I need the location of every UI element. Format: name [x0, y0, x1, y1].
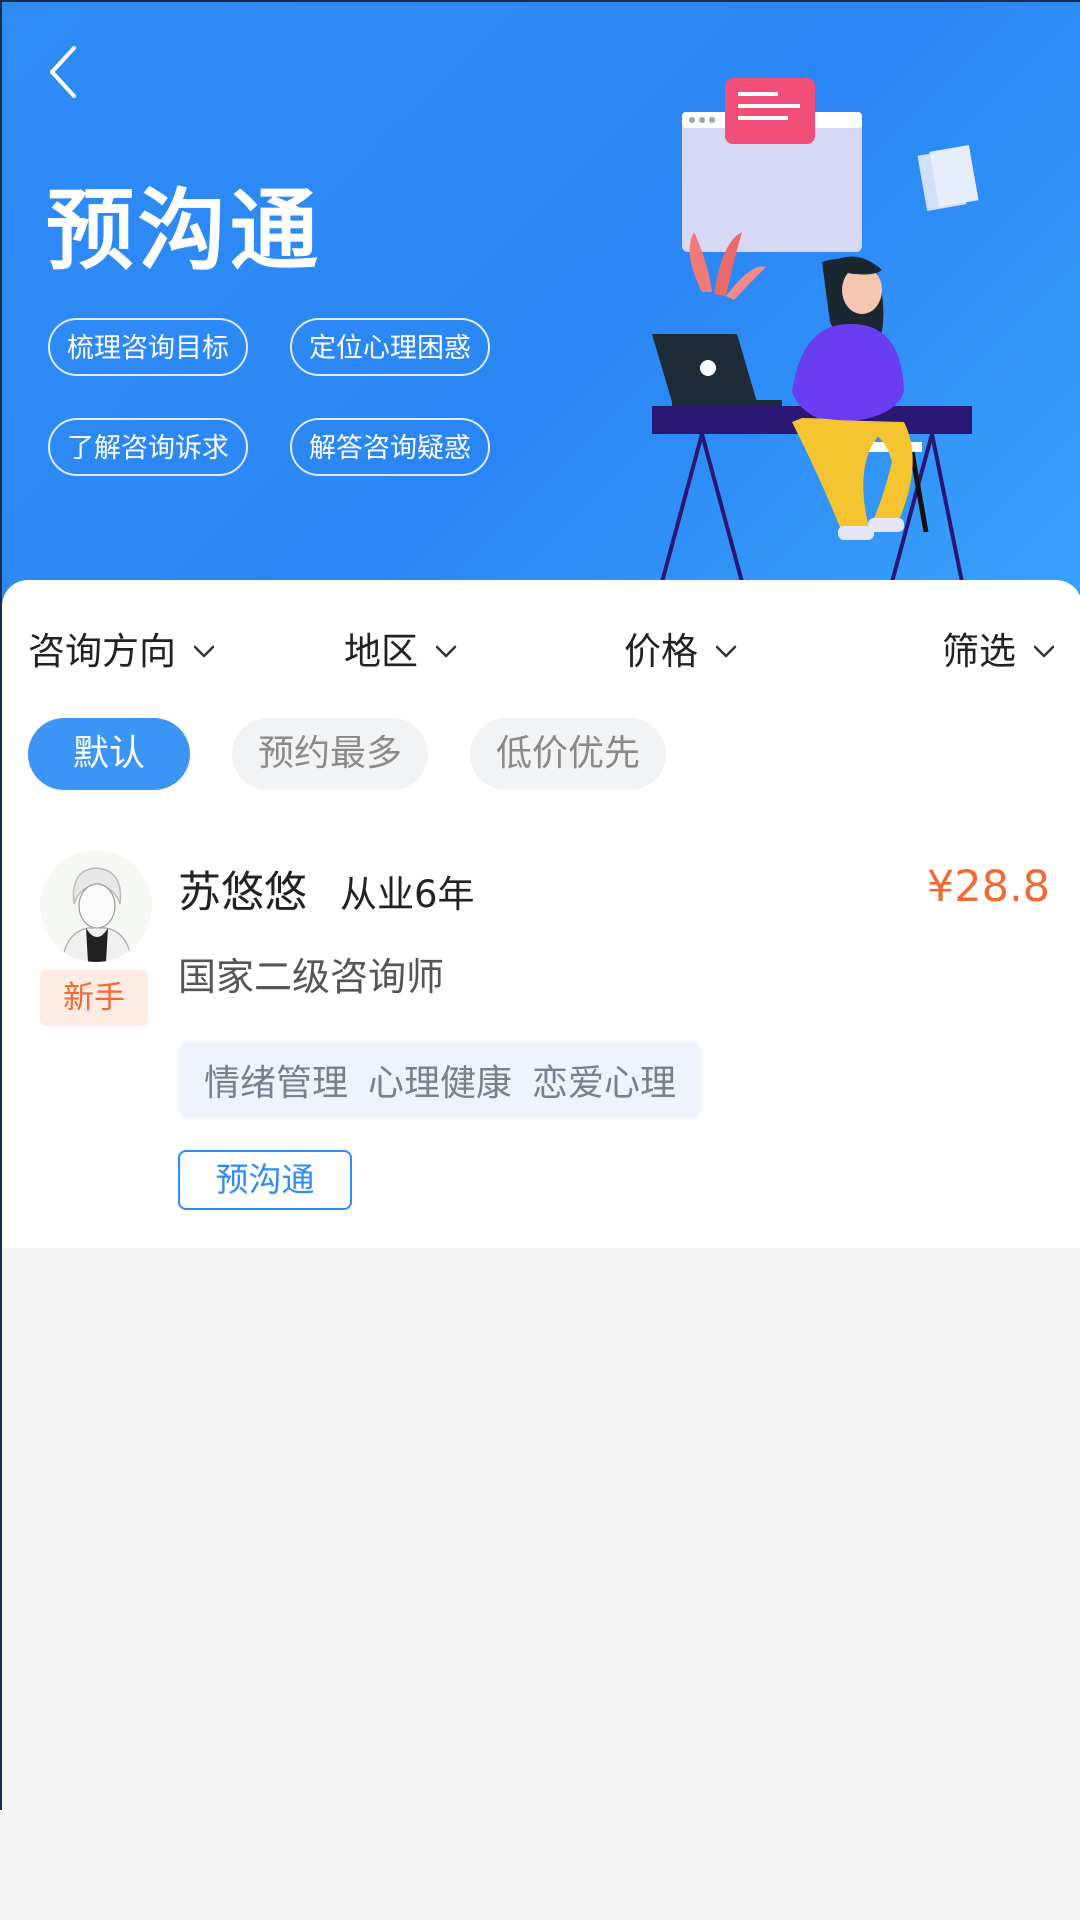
- hero-illustration: [652, 78, 979, 582]
- page-title: 预沟通: [46, 179, 323, 282]
- avatar-image: [40, 850, 152, 962]
- filter-screen[interactable]: 筛选: [942, 622, 1056, 682]
- chevron-down-icon: [715, 645, 737, 658]
- specialty-tag: 心理健康: [368, 1063, 513, 1104]
- feature-chip-needs: 了解咨询诉求: [48, 418, 248, 476]
- counselor-name: 苏悠悠: [178, 868, 307, 918]
- chevron-down-icon: [193, 645, 215, 658]
- filter-price[interactable]: 价格: [624, 622, 738, 682]
- app-screen: 预沟通 梳理咨询目标 定位心理困惑 了解咨询诉求 解答咨询疑惑 咨询方向 地区 …: [0, 0, 1080, 1810]
- hero-banner: 预沟通 梳理咨询目标 定位心理困惑 了解咨询诉求 解答咨询疑惑: [2, 2, 1080, 642]
- chevron-down-icon: [435, 645, 457, 658]
- counselor-card[interactable]: 新手 苏悠悠 从业6年 ¥28.8 国家二级咨询师 情绪管理 心理健康 恋爱心理…: [2, 850, 1080, 1240]
- feature-chip-confusion: 定位心理困惑: [290, 318, 490, 376]
- avatar: [40, 850, 152, 962]
- sort-default[interactable]: 默认: [28, 718, 190, 790]
- chevron-left-icon: [50, 46, 76, 98]
- back-button[interactable]: [42, 42, 92, 102]
- feature-chip-goal: 梳理咨询目标: [48, 318, 248, 376]
- specialty-tag: 情绪管理: [204, 1063, 349, 1104]
- specialty-tag: 恋爱心理: [532, 1063, 677, 1104]
- sort-most-booked[interactable]: 预约最多: [232, 718, 428, 790]
- filter-region[interactable]: 地区: [344, 622, 458, 682]
- pre-consult-button[interactable]: 预沟通: [178, 1150, 352, 1210]
- feature-chip-questions: 解答咨询疑惑: [290, 418, 490, 476]
- counselor-price: ¥28.8: [926, 862, 1050, 912]
- level-badge: 新手: [40, 970, 148, 1026]
- filter-label: 地区: [344, 630, 418, 673]
- filter-label: 咨询方向: [28, 630, 176, 673]
- filter-label: 筛选: [942, 630, 1016, 673]
- specialty-tags: 情绪管理 心理健康 恋爱心理: [178, 1042, 703, 1118]
- filter-consult-direction[interactable]: 咨询方向: [28, 622, 216, 682]
- sort-low-price[interactable]: 低价优先: [470, 718, 666, 790]
- counselor-experience: 从业6年: [340, 873, 475, 916]
- filter-label: 价格: [624, 630, 698, 673]
- content-panel: 咨询方向 地区 价格 筛选 默认 预约最多 低价优先 新手 苏悠悠 从业6年 ¥…: [2, 580, 1080, 1248]
- chevron-down-icon: [1033, 645, 1055, 658]
- counselor-title: 国家二级咨询师: [178, 955, 445, 999]
